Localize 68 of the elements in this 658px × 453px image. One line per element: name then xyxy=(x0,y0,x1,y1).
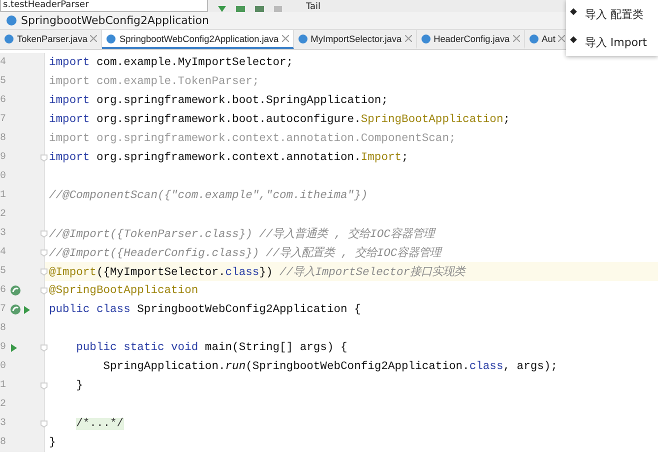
line-number: 8 xyxy=(0,437,8,448)
line-number: 2 xyxy=(0,399,8,410)
code-line: @Import({MyImportSelector.class}) //导入ImportSelector接口实现类 xyxy=(48,264,465,279)
stop-icon[interactable] xyxy=(274,6,282,12)
code-line: import com.example.MyImportSelector; xyxy=(48,56,294,68)
line-number: 9 xyxy=(0,152,8,163)
class-icon xyxy=(298,34,308,44)
close-icon[interactable] xyxy=(90,35,98,42)
line-number: 0 xyxy=(0,361,8,372)
close-icon[interactable] xyxy=(282,35,289,42)
fold-icon[interactable] xyxy=(40,382,48,390)
run-icon[interactable] xyxy=(10,344,18,352)
code-line: import org.springframework.boot.SpringApplication; xyxy=(48,94,388,106)
code-line: import org.springframework.context.annotation.Import; xyxy=(48,152,408,164)
close-icon[interactable] xyxy=(512,35,520,42)
close-icon[interactable] xyxy=(404,35,412,42)
code-line: SpringApplication.run(SpringbootWebConfig2Application.class, args); xyxy=(102,360,558,372)
code-line: } xyxy=(48,436,56,448)
class-icon xyxy=(6,15,17,26)
menu-item[interactable]: ◆ 导入 配置类 xyxy=(570,6,658,22)
line-number: 8 xyxy=(0,323,8,334)
line-number: 4 xyxy=(0,247,8,258)
line-number: 6 xyxy=(0,95,8,106)
fold-icon[interactable] xyxy=(40,268,48,276)
line-number: 7 xyxy=(0,304,8,315)
code-line: //@Import({HeaderConfig.class}) //导入配置类 , 交给IOC容器管理 xyxy=(48,246,442,260)
code-line: @SpringBootApplication xyxy=(48,284,198,296)
editor-tab[interactable]: MyImportSelector.java xyxy=(294,30,417,49)
fold-icon[interactable] xyxy=(40,287,48,295)
class-icon xyxy=(420,34,431,44)
fold-icon[interactable] xyxy=(40,420,48,428)
run-icon[interactable] xyxy=(23,306,31,314)
code-line: public static void main(String[] args) { xyxy=(75,342,348,354)
line-number: 0 xyxy=(0,171,8,182)
fold-icon[interactable] xyxy=(40,230,48,238)
fold-icon[interactable] xyxy=(40,154,48,162)
line-number: 8 xyxy=(0,133,8,144)
line-number: 9 xyxy=(0,342,8,353)
menu-item[interactable]: ◆ 导入 Import xyxy=(570,34,658,50)
code-line: //@ComponentScan({"com.example","com.itheima"}) xyxy=(48,190,368,202)
class-icon xyxy=(106,34,116,44)
run-configuration-dropdown[interactable]: s.testHeaderParser xyxy=(0,0,208,12)
line-number: 2 xyxy=(0,209,8,220)
line-number: 7 xyxy=(0,114,8,125)
class-icon xyxy=(4,34,14,44)
tail-label[interactable]: Tail xyxy=(306,2,321,12)
line-number: 1 xyxy=(0,190,8,201)
line-number: 4 xyxy=(0,57,8,68)
code-line: import org.springframework.context.annotation.ComponentScan; xyxy=(48,132,456,144)
line-number: 6 xyxy=(0,285,8,296)
line-number: 3 xyxy=(0,418,8,429)
code-line: import org.springframework.boot.autoconfigure.SpringBootApplication; xyxy=(48,114,510,126)
close-icon[interactable] xyxy=(558,35,566,42)
code-line: import com.example.TokenParser; xyxy=(48,76,260,88)
line-number: 5 xyxy=(0,266,8,277)
editor-tab[interactable]: HeaderConfig.java xyxy=(416,30,525,49)
class-icon xyxy=(528,34,539,44)
line-number: 5 xyxy=(0,76,8,87)
line-number: 1 xyxy=(0,380,8,391)
bean-icon[interactable] xyxy=(10,285,21,296)
bean-icon[interactable] xyxy=(10,304,21,315)
code-line: //@Import({TokenParser.class}) //导入普通类 , 交给IOC容器管理 xyxy=(48,226,434,241)
code-line: public class SpringbootWebConfig2Application { xyxy=(48,304,361,316)
line-number: 3 xyxy=(0,228,8,239)
code-line: } xyxy=(75,380,83,392)
editor-tab[interactable]: SpringbootWebConfig2Application.java xyxy=(102,30,294,49)
fold-icon[interactable] xyxy=(40,249,48,257)
fold-icon[interactable] xyxy=(40,344,48,352)
